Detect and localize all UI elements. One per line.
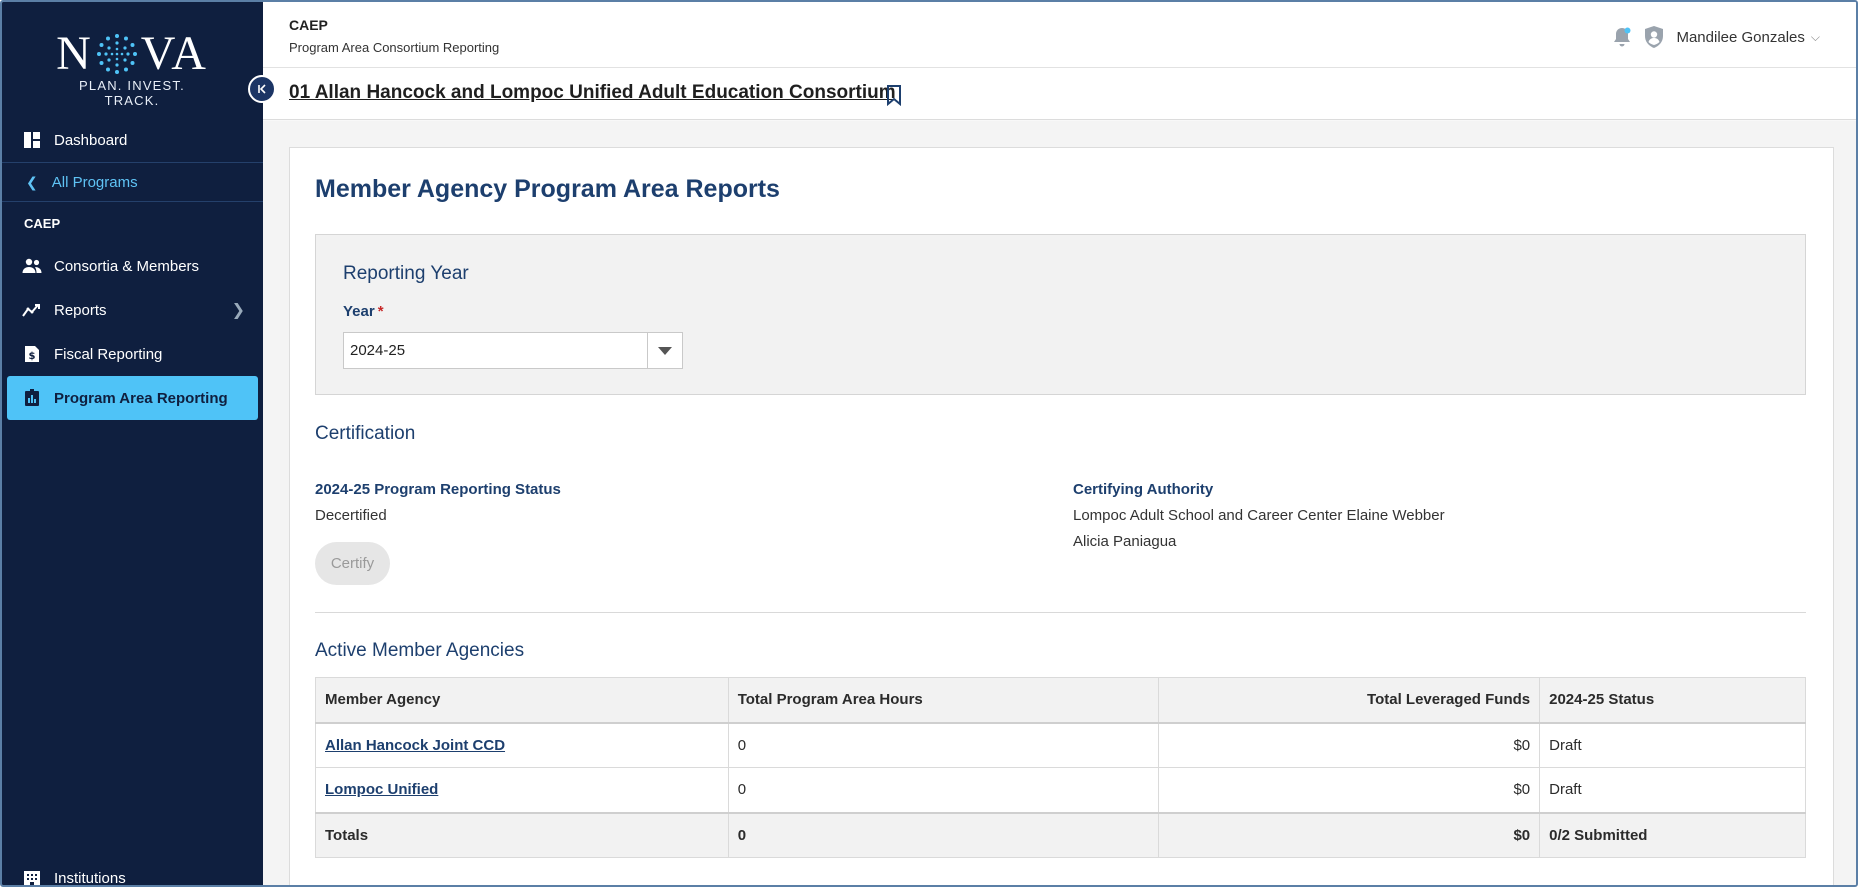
active-member-agencies-title: Active Member Agencies — [315, 640, 525, 661]
section-divider — [315, 612, 1806, 613]
sidebar-nav: Dashboard ❮ All Programs CAEP Consortia … — [2, 118, 263, 420]
funds-cell: $0 — [1158, 767, 1541, 813]
sidebar: N VA PLAN. INVEST. TRACK. Dashboard ❮ Al… — [2, 2, 263, 887]
all-programs-link[interactable]: ❮ All Programs — [2, 163, 263, 201]
certifying-authority-line-2: Alicia Paniagua — [1073, 533, 1177, 550]
status-label: 2024-25 Program Reporting Status — [315, 481, 561, 498]
column-header-member-agency[interactable]: Member Agency — [315, 677, 729, 724]
sidebar-item-label: Reports — [54, 301, 107, 319]
sidebar-item-label: Dashboard — [54, 131, 128, 149]
funds-cell: $0 — [1158, 722, 1541, 768]
column-header-hours[interactable]: Total Program Area Hours — [727, 677, 1160, 724]
chevron-down-icon: ⌵ — [1810, 29, 1820, 44]
reporting-year-panel: Reporting Year Year * 2024-25 — [315, 234, 1806, 395]
app-subtitle: Program Area Consortium Reporting — [289, 40, 500, 55]
caret-down-icon — [658, 346, 672, 355]
logo-dots-icon — [96, 34, 137, 74]
totals-status: 0/2 Submitted — [1539, 811, 1806, 858]
page-title: Member Agency Program Area Reports — [315, 175, 780, 203]
column-header-funds[interactable]: Total Leveraged Funds — [1158, 677, 1541, 724]
nova-logo[interactable]: N VA PLAN. INVEST. TRACK. — [52, 28, 212, 109]
svg-text:$: $ — [29, 351, 36, 362]
sidebar-item-label: Consortia & Members — [54, 257, 200, 275]
app-name: CAEP — [289, 17, 328, 33]
consortium-bar: 01 Allan Hancock and Lompoc Unified Adul… — [263, 68, 1856, 120]
certifying-authority-label: Certifying Authority — [1073, 481, 1214, 498]
user-menu[interactable]: Mandilee Gonzales ⌵ — [1642, 25, 1820, 49]
dollar-doc-icon: $ — [22, 344, 42, 364]
app-window: N VA PLAN. INVEST. TRACK. Dashboard ❮ Al… — [0, 0, 1858, 887]
dashboard-icon — [22, 130, 42, 150]
sidebar-item-program-area-reporting[interactable]: Program Area Reporting — [7, 376, 258, 420]
sidebar-item-fiscal-reporting[interactable]: $ Fiscal Reporting — [2, 332, 263, 376]
sidebar-item-label: Program Area Reporting — [54, 389, 228, 407]
year-label: Year * — [343, 303, 384, 320]
agency-link[interactable]: Lompoc Unified — [325, 781, 438, 798]
column-header-status[interactable]: 2024-25 Status — [1539, 677, 1806, 724]
dropdown-button[interactable] — [647, 333, 682, 368]
chart-line-icon — [22, 300, 42, 320]
status-value: Decertified — [315, 507, 387, 524]
sidebar-item-label: Fiscal Reporting — [54, 345, 163, 363]
bookmark-icon[interactable] — [885, 84, 903, 106]
chevron-right-icon: ❯ — [231, 302, 245, 319]
year-select-value: 2024-25 — [350, 342, 406, 359]
totals-label: Totals — [315, 811, 729, 858]
required-mark: * — [377, 303, 384, 320]
sidebar-item-reports[interactable]: Reports ❯ — [2, 288, 263, 332]
certification-title: Certification — [315, 423, 416, 444]
certify-button[interactable]: Certify — [315, 542, 390, 585]
agency-link[interactable]: Allan Hancock Joint CCD — [325, 737, 505, 754]
sidebar-item-consortia-members[interactable]: Consortia & Members — [2, 244, 263, 288]
table-header-row: Member Agency Total Program Area Hours T… — [315, 677, 1806, 724]
hours-cell: 0 — [727, 767, 1160, 813]
collapse-sidebar-button[interactable] — [248, 75, 276, 103]
totals-row: Totals 0 $0 0/2 Submitted — [315, 811, 1806, 858]
users-icon — [22, 256, 42, 276]
nav-section-caep: CAEP — [24, 215, 61, 231]
table-row: Allan Hancock Joint CCD 0 $0 Draft — [315, 722, 1806, 768]
all-programs-label: All Programs — [51, 173, 138, 191]
member-agencies-table: Member Agency Total Program Area Hours T… — [315, 677, 1806, 858]
year-select[interactable]: 2024-25 — [343, 332, 683, 369]
chevron-left-icon: ❮ — [26, 173, 38, 190]
sidebar-item-institutions[interactable]: Institutions — [2, 858, 263, 887]
top-bar: CAEP Program Area Consortium Reporting M… — [263, 2, 1856, 68]
sidebar-item-dashboard[interactable]: Dashboard — [2, 118, 263, 162]
status-cell: Draft — [1539, 767, 1806, 813]
building-icon — [22, 868, 42, 885]
user-name: Mandilee Gonzales — [1676, 28, 1805, 46]
logo-tagline: PLAN. INVEST. TRACK. — [79, 78, 185, 108]
certifying-authority-line-1: Lompoc Adult School and Career Center El… — [1073, 507, 1445, 524]
table-row: Lompoc Unified 0 $0 Draft — [315, 767, 1806, 813]
notification-bell-icon[interactable] — [1611, 26, 1633, 48]
user-shield-icon — [1645, 26, 1664, 48]
bar-chart-icon — [22, 388, 42, 408]
totals-funds: $0 — [1158, 811, 1541, 858]
totals-hours: 0 — [727, 811, 1160, 858]
hours-cell: 0 — [727, 722, 1160, 768]
collapse-left-icon — [258, 84, 266, 94]
reporting-year-title: Reporting Year — [343, 263, 469, 284]
status-cell: Draft — [1539, 722, 1806, 768]
consortium-title-link[interactable]: 01 Allan Hancock and Lompoc Unified Adul… — [289, 82, 896, 104]
sidebar-item-label: Institutions — [54, 869, 126, 887]
